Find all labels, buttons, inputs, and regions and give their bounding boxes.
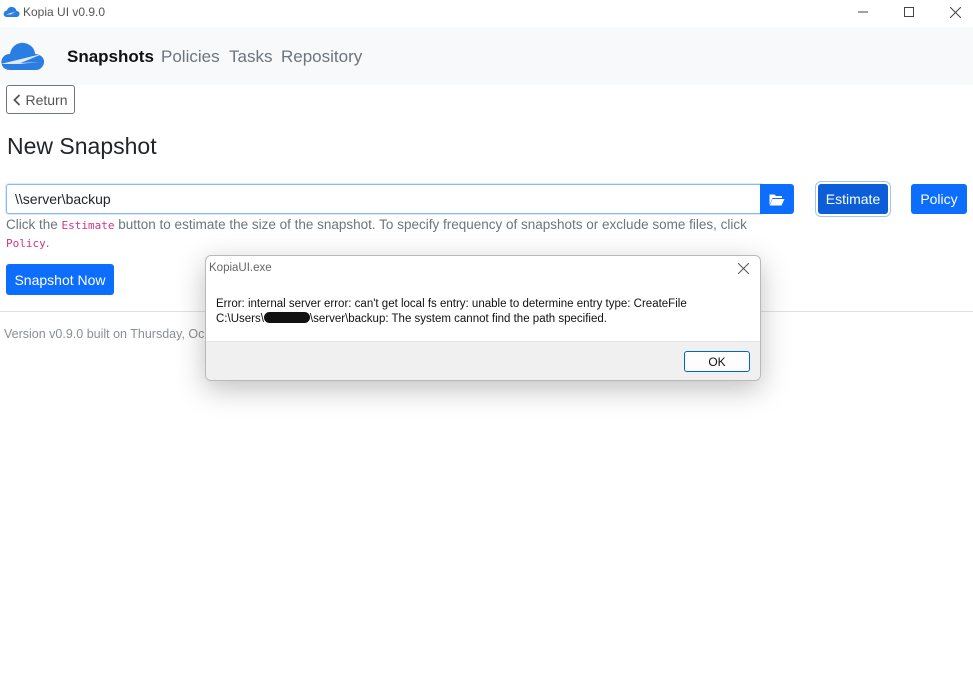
help-text-part: button to estimate the size of the snaps… xyxy=(114,217,747,232)
help-text-part: . xyxy=(45,235,50,250)
chevron-left-icon xyxy=(13,93,21,106)
window-title: Kopia UI v0.9.0 xyxy=(23,5,106,19)
maximize-button[interactable] xyxy=(886,0,932,24)
dialog-title: KopiaUI.exe xyxy=(209,262,272,274)
ok-button[interactable]: OK xyxy=(684,351,750,372)
close-window-button[interactable] xyxy=(932,0,973,24)
return-label: Return xyxy=(25,91,68,108)
minimize-button[interactable] xyxy=(840,0,886,24)
page-title: New Snapshot xyxy=(7,133,157,159)
nav-policies[interactable]: Policies xyxy=(161,47,220,67)
minimize-icon xyxy=(858,11,868,13)
maximize-icon xyxy=(904,7,914,17)
main-navbar: Snapshots Policies Tasks Repository xyxy=(0,27,973,85)
error-dialog: KopiaUI.exe Error: internal server error… xyxy=(205,255,761,381)
window-title-bar: Kopia UI v0.9.0 xyxy=(0,0,973,26)
return-button[interactable]: Return xyxy=(6,85,75,114)
redacted-username xyxy=(263,312,310,323)
close-icon xyxy=(949,6,961,18)
path-suffix: \server\backup: The system cannot find t… xyxy=(309,313,607,325)
dialog-message-line: C:\Users\ \server\backup: The system cann… xyxy=(216,312,746,327)
policy-button[interactable]: Policy xyxy=(911,184,967,214)
help-text: Click the Estimate button to estimate th… xyxy=(6,216,786,252)
snapshot-path-input[interactable] xyxy=(6,184,761,214)
estimate-code: Estimate xyxy=(61,219,115,232)
estimate-button[interactable]: Estimate xyxy=(818,184,888,214)
folder-open-icon xyxy=(769,194,785,205)
version-text: Version v0.9.0 built on Thursday, Oc xyxy=(4,327,205,341)
policy-code: Policy xyxy=(6,237,46,250)
nav-repository[interactable]: Repository xyxy=(281,47,362,67)
dialog-footer: OK xyxy=(206,341,760,380)
kopia-app-icon xyxy=(3,6,20,24)
help-text-part: Click the xyxy=(6,217,62,232)
path-prefix: C:\Users\ xyxy=(216,313,264,325)
dialog-message: Error: internal server error: can't get … xyxy=(216,297,746,327)
nav-tasks[interactable]: Tasks xyxy=(229,47,272,67)
browse-folder-button[interactable] xyxy=(760,184,794,214)
dialog-close-button[interactable] xyxy=(737,261,750,279)
kopia-logo-icon[interactable] xyxy=(0,40,46,77)
snapshot-now-button[interactable]: Snapshot Now xyxy=(6,264,114,295)
nav-snapshots[interactable]: Snapshots xyxy=(67,47,154,67)
dialog-close-icon xyxy=(737,262,750,275)
dialog-message-line: Error: internal server error: can't get … xyxy=(216,298,687,310)
